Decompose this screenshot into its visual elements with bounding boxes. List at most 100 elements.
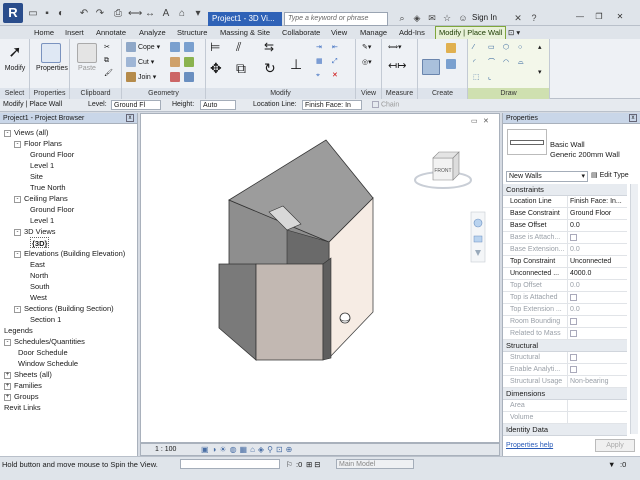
search-icon[interactable]: ⌕ xyxy=(396,12,408,24)
close-button[interactable]: ✕ xyxy=(613,12,627,22)
draw-rectangle-icon[interactable]: ▭ xyxy=(488,42,495,53)
edit-type-button[interactable]: ▤ Edit Type xyxy=(591,171,629,179)
browser-item[interactable]: Ground Floor xyxy=(30,204,74,215)
rotate-icon[interactable]: ↻ xyxy=(264,61,276,75)
draw-scroll-up-icon[interactable]: ▴ xyxy=(538,42,542,53)
measure-distance-icon[interactable]: ⟺▾ xyxy=(388,42,402,53)
help-search-input[interactable]: Type a keyword or phrase xyxy=(284,12,388,26)
user-icon[interactable]: ☺ xyxy=(457,12,469,24)
close-icon[interactable]: x xyxy=(126,114,134,122)
property-value[interactable] xyxy=(567,364,627,376)
browser-item[interactable]: - Ceiling Plans xyxy=(14,193,68,204)
tab-structure[interactable]: Structure xyxy=(177,27,207,39)
browser-item[interactable]: South xyxy=(30,281,50,292)
join-button[interactable]: Join ▾ xyxy=(126,72,156,83)
property-value[interactable]: 0.0 xyxy=(567,220,627,232)
property-value[interactable]: 0.0 xyxy=(567,280,627,292)
cut-clipboard-icon[interactable]: ✂ xyxy=(104,42,110,53)
delete-icon[interactable]: ✕ xyxy=(332,70,338,81)
view-restore-icon[interactable]: ▭ xyxy=(471,118,478,125)
instance-filter-dropdown[interactable]: New Walls ▾ xyxy=(506,171,588,182)
tab-modify-place-wall[interactable]: Modify | Place Wall xyxy=(435,26,507,39)
browser-item[interactable]: Revit Links xyxy=(4,402,41,413)
collapse-icon[interactable]: - xyxy=(14,251,21,258)
move-icon[interactable]: ✥ xyxy=(210,61,222,75)
property-group-header[interactable]: Dimensions xyxy=(503,388,627,400)
height-dropdown[interactable]: Auto xyxy=(200,100,236,110)
sync-icon[interactable]: ◐ xyxy=(55,8,67,20)
apply-button[interactable]: Apply xyxy=(595,439,635,452)
ribbon-minimize-icon[interactable]: ⊡ ▾ xyxy=(508,27,520,39)
cut-geometry-button[interactable]: Cut ▾ xyxy=(126,57,154,68)
property-checkbox[interactable] xyxy=(570,353,577,361)
navigation-bar[interactable] xyxy=(470,211,486,263)
browser-item[interactable]: North xyxy=(30,270,48,281)
location-line-dropdown[interactable]: Finish Face: In xyxy=(302,100,362,110)
draw-fillet-arc-icon[interactable]: ⌞ xyxy=(488,72,491,83)
steering-wheel-icon[interactable] xyxy=(473,218,483,228)
create-group-icon[interactable] xyxy=(446,43,456,54)
property-group-header[interactable]: Constraints xyxy=(503,184,627,196)
property-value[interactable]: 4000.0 xyxy=(567,268,627,280)
draw-circle-icon[interactable]: ○ xyxy=(518,42,522,53)
geometry-tool-5-icon[interactable] xyxy=(170,72,180,83)
tab-massing-site[interactable]: Massing & Site xyxy=(220,27,270,39)
3d-view-icon[interactable]: ⌂ xyxy=(176,8,188,20)
property-value[interactable]: 0.0 xyxy=(567,304,627,316)
3d-viewport[interactable]: FRONT ▭ ✕ xyxy=(140,113,500,443)
properties-help-link[interactable]: Properties help xyxy=(506,442,553,449)
browser-item[interactable]: {3D} xyxy=(30,237,50,248)
browser-item[interactable]: - Schedules/Quantities xyxy=(4,336,85,347)
property-group-header[interactable]: Identity Data xyxy=(503,424,627,436)
level-dropdown[interactable]: Ground Fl xyxy=(111,100,161,110)
property-value[interactable]: Ground Floor xyxy=(567,208,627,220)
browser-item[interactable]: + Sheets (all) xyxy=(4,369,52,380)
geometry-tool-6-icon[interactable] xyxy=(184,72,194,83)
close-icon[interactable]: x xyxy=(629,114,637,122)
override-graphics-icon[interactable]: ◎▾ xyxy=(362,57,372,68)
split-gap-icon[interactable]: ⇤ xyxy=(332,42,338,53)
browser-item[interactable]: True North xyxy=(30,182,66,193)
property-checkbox[interactable] xyxy=(570,317,577,325)
draw-arc-icon[interactable]: ◜ xyxy=(473,57,476,68)
collapse-icon[interactable]: - xyxy=(4,339,11,346)
draw-start-end-arc-icon[interactable]: ⌒ xyxy=(488,57,495,68)
property-value[interactable]: Unconnected xyxy=(567,256,627,268)
browser-item[interactable]: + Families xyxy=(4,380,42,391)
property-value[interactable] xyxy=(567,352,627,364)
minimize-button[interactable]: — xyxy=(573,12,587,22)
subscription-icon[interactable]: ◈ xyxy=(411,12,423,24)
collapse-icon[interactable]: - xyxy=(14,229,21,236)
property-group-header[interactable]: Structural xyxy=(503,340,627,352)
property-value[interactable]: 0.0 xyxy=(567,244,627,256)
tab-insert[interactable]: Insert xyxy=(65,27,84,39)
browser-item[interactable]: + Groups xyxy=(4,391,39,402)
geometry-tool-1-icon[interactable] xyxy=(170,42,180,53)
communication-icon[interactable]: ✉ xyxy=(426,12,438,24)
draw-tangent-arc-icon[interactable]: ⌓ xyxy=(518,57,524,68)
view-scale[interactable]: 1 : 100 xyxy=(155,446,176,453)
draw-scroll-down-icon[interactable]: ▾ xyxy=(538,67,542,78)
maximize-button[interactable]: ❐ xyxy=(592,12,606,22)
property-value[interactable]: Finish Face: In... xyxy=(567,196,627,208)
browser-item[interactable]: Section 1 xyxy=(30,314,61,325)
browser-item[interactable]: Site xyxy=(30,171,43,182)
create-part-icon[interactable] xyxy=(422,59,440,75)
match-type-icon[interactable]: 🖌 xyxy=(104,68,113,79)
exchange-apps-icon[interactable]: ✕ xyxy=(512,12,524,24)
tab-annotate[interactable]: Annotate xyxy=(96,27,126,39)
draw-polygon-icon[interactable]: ⬡ xyxy=(503,42,509,53)
favorites-icon[interactable]: ☆ xyxy=(441,12,453,24)
browser-item[interactable]: - Elevations (Building Elevation) xyxy=(14,248,125,259)
browser-item[interactable]: Window Schedule xyxy=(18,358,78,369)
split-icon[interactable]: ⇥ xyxy=(316,42,322,53)
offset-icon[interactable]: ⫽ xyxy=(236,41,241,53)
workset-dropdown[interactable] xyxy=(180,459,280,469)
tab-add-ins[interactable]: Add-Ins xyxy=(399,27,425,39)
property-checkbox[interactable] xyxy=(570,233,577,241)
design-option-dropdown[interactable]: Main Model xyxy=(336,459,414,469)
property-value[interactable] xyxy=(567,328,627,340)
collapse-icon[interactable]: - xyxy=(14,196,21,203)
chain-checkbox-box[interactable] xyxy=(372,101,379,108)
browser-item[interactable]: Level 1 xyxy=(30,160,54,171)
